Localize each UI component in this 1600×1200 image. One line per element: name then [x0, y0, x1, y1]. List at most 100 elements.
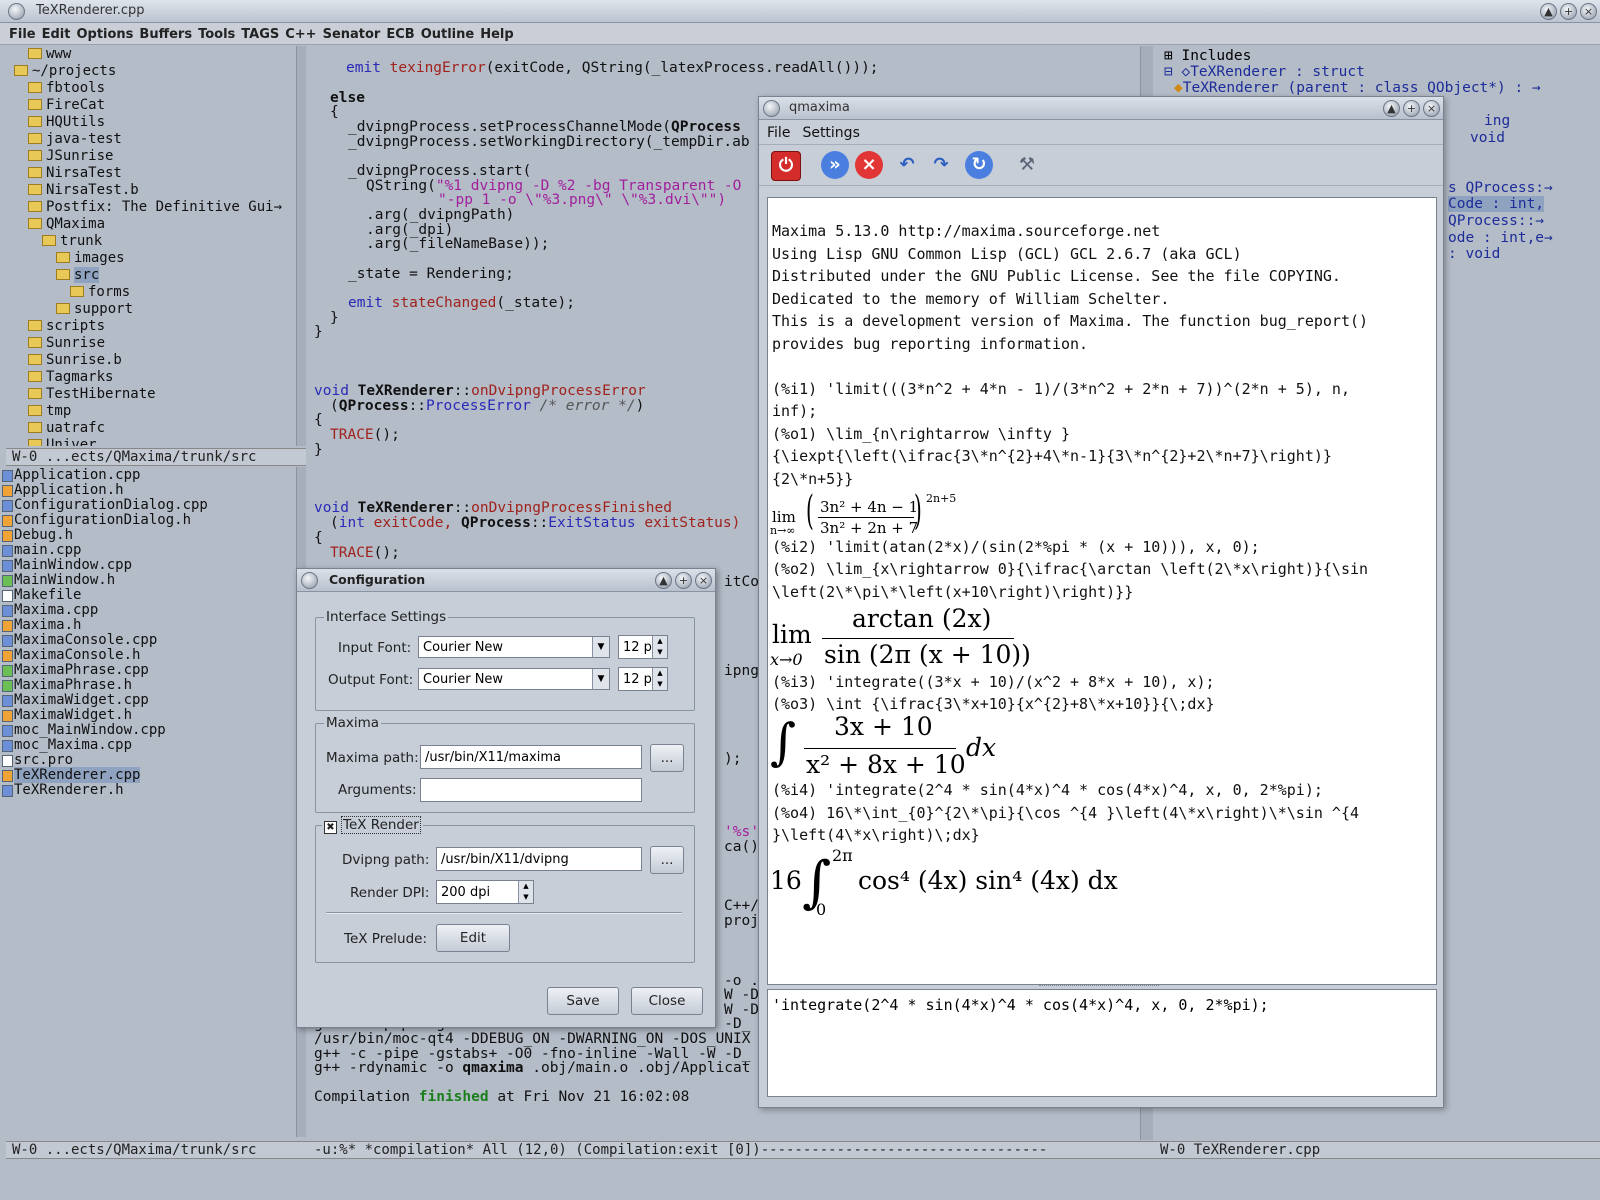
dir-item[interactable]: fbtools	[0, 80, 296, 97]
outline-includes[interactable]: ⊞ Includes	[1164, 48, 1251, 64]
file-item[interactable]: ConfigurationDialog.h	[0, 512, 296, 528]
output-size-spin[interactable]: 12 pt ▲ ▼	[618, 667, 668, 691]
maximize-icon[interactable]: +	[1403, 100, 1420, 117]
file-item[interactable]: Debug.h	[0, 527, 296, 543]
menu-cpp[interactable]: C++	[282, 25, 319, 44]
qmaxima-menu-file[interactable]: File	[767, 125, 790, 141]
window-menu-icon[interactable]	[763, 100, 780, 117]
menu-outline[interactable]: Outline	[418, 25, 478, 44]
dir-item[interactable]: java-test	[0, 131, 296, 148]
dir-item[interactable]: TestHibernate	[0, 386, 296, 403]
dvipng-path-field[interactable]: /usr/bin/X11/dvipng	[436, 847, 642, 871]
dir-item[interactable]: ~/projects	[0, 63, 296, 80]
menu-ecb[interactable]: ECB	[383, 25, 417, 44]
menu-tags[interactable]: TAGS	[238, 25, 282, 44]
outline-ctor[interactable]: ◆TeXRenderer (parent : class QObject*) :…	[1174, 80, 1541, 96]
render-dpi-spin[interactable]: 200 dpi ▲ ▼	[436, 880, 534, 904]
dir-item[interactable]: www	[0, 46, 296, 63]
power-icon[interactable]: ⏻	[771, 151, 801, 181]
file-item[interactable]: Application.h	[0, 482, 296, 498]
dir-item[interactable]: JSunrise	[0, 148, 296, 165]
maxima-path-field[interactable]: /usr/bin/X11/maxima	[420, 745, 642, 769]
file-item[interactable]: MaximaPhrase.cpp	[0, 662, 296, 678]
window-menu-icon[interactable]	[301, 572, 318, 589]
maxima-input[interactable]: 'integrate(2^4 * sin(4*x)^4 * cos(4*x)^4…	[767, 989, 1437, 1097]
qmaxima-menu-settings[interactable]: Settings	[802, 125, 859, 141]
save-button[interactable]: Save	[547, 987, 619, 1015]
fast-forward-icon[interactable]: »	[821, 151, 849, 179]
menu-edit[interactable]: Edit	[39, 25, 74, 44]
file-item[interactable]: MaximaConsole.cpp	[0, 632, 296, 648]
file-item[interactable]: Maxima.h	[0, 617, 296, 633]
minimize-icon[interactable]: ▲	[655, 572, 672, 589]
file-item[interactable]: MainWindow.cpp	[0, 557, 296, 573]
file-item[interactable]: MaximaPhrase.h	[0, 677, 296, 693]
dir-item[interactable]: Sunrise	[0, 335, 296, 352]
file-item[interactable]: MaximaWidget.h	[0, 707, 296, 723]
file-item[interactable]: src.pro	[0, 752, 296, 768]
minimize-icon[interactable]: ▲	[1383, 100, 1400, 117]
dir-item[interactable]: Univer	[0, 437, 296, 446]
file-item[interactable]: MainWindow.h	[0, 572, 296, 588]
menu-senator[interactable]: Senator	[320, 25, 384, 44]
window-menu-icon[interactable]	[8, 3, 25, 20]
menu-buffers[interactable]: Buffers	[136, 25, 195, 44]
close-icon[interactable]: ×	[1423, 100, 1440, 117]
stop-icon[interactable]: ×	[855, 151, 883, 179]
dir-item[interactable]: scripts	[0, 318, 296, 335]
spin-arrows-icon[interactable]: ▲ ▼	[652, 668, 667, 690]
menu-tools[interactable]: Tools	[195, 25, 238, 44]
dir-item[interactable]: support	[0, 301, 296, 318]
file-item[interactable]: MaximaConsole.h	[0, 647, 296, 663]
outline-fragment-selected[interactable]: Code : int,	[1448, 196, 1545, 212]
outline-struct[interactable]: ⊟ ◇TeXRenderer : struct	[1164, 64, 1365, 80]
dir-item[interactable]: Sunrise.b	[0, 352, 296, 369]
dir-item[interactable]: Tagmarks	[0, 369, 296, 386]
dir-item[interactable]: images	[0, 250, 296, 267]
input-size-spin[interactable]: 12 pt ▲ ▼	[618, 635, 668, 659]
menu-options[interactable]: Options	[73, 25, 136, 44]
dir-item[interactable]: forms	[0, 284, 296, 301]
dir-item[interactable]: trunk	[0, 233, 296, 250]
tex-render-label[interactable]: TeX Render	[341, 816, 421, 834]
dir-item[interactable]: NirsaTest	[0, 165, 296, 182]
edit-prelude-button[interactable]: Edit	[436, 924, 510, 952]
file-item[interactable]: MaximaWidget.cpp	[0, 692, 296, 708]
settings-wrench-icon[interactable]: ⚒	[1013, 151, 1041, 179]
maximize-icon[interactable]: +	[1560, 3, 1577, 20]
menu-file[interactable]: File	[6, 25, 39, 44]
maxima-browse-button[interactable]: ...	[650, 744, 684, 772]
file-item[interactable]: Maxima.cpp	[0, 602, 296, 618]
dir-item[interactable]: QMaxima	[0, 216, 296, 233]
input-font-combo[interactable]: Courier New ▼	[418, 636, 610, 658]
dir-item[interactable]: NirsaTest.b	[0, 182, 296, 199]
file-item[interactable]: moc_Maxima.cpp	[0, 737, 296, 753]
close-button[interactable]: Close	[631, 987, 703, 1015]
maxima-console[interactable]: Maxima 5.13.0 http://maxima.sourceforge.…	[767, 197, 1437, 985]
dir-item[interactable]: FireCat	[0, 97, 296, 114]
dvipng-browse-button[interactable]: ...	[650, 846, 684, 874]
maximize-icon[interactable]: +	[675, 572, 692, 589]
minimize-icon[interactable]: ▲	[1540, 3, 1557, 20]
dir-item[interactable]: uatrafc	[0, 420, 296, 437]
output-font-combo[interactable]: Courier New ▼	[418, 668, 610, 690]
file-item[interactable]: main.cpp	[0, 542, 296, 558]
tex-render-checkbox[interactable]: ✖	[324, 821, 337, 834]
spin-arrows-icon[interactable]: ▲ ▼	[518, 881, 533, 903]
undo-icon[interactable]: ↶	[893, 151, 921, 179]
refresh-icon[interactable]: ↻	[965, 151, 993, 179]
file-item[interactable]: Makefile	[0, 587, 296, 603]
dir-item[interactable]: HQUtils	[0, 114, 296, 131]
file-item[interactable]: Application.cpp	[0, 467, 296, 483]
file-item-selected[interactable]: TeXRenderer.cpp	[0, 767, 296, 783]
redo-icon[interactable]: ↷	[927, 151, 955, 179]
dir-item-selected[interactable]: src	[0, 267, 296, 284]
close-icon[interactable]: ×	[1580, 3, 1597, 20]
file-item[interactable]: ConfigurationDialog.cpp	[0, 497, 296, 513]
arguments-field[interactable]	[420, 778, 642, 802]
menu-help[interactable]: Help	[477, 25, 516, 44]
dir-item[interactable]: Postfix: The Definitive Gui→	[0, 199, 296, 216]
file-item[interactable]: moc_MainWindow.cpp	[0, 722, 296, 738]
spin-arrows-icon[interactable]: ▲ ▼	[652, 636, 667, 658]
close-icon[interactable]: ×	[695, 572, 712, 589]
